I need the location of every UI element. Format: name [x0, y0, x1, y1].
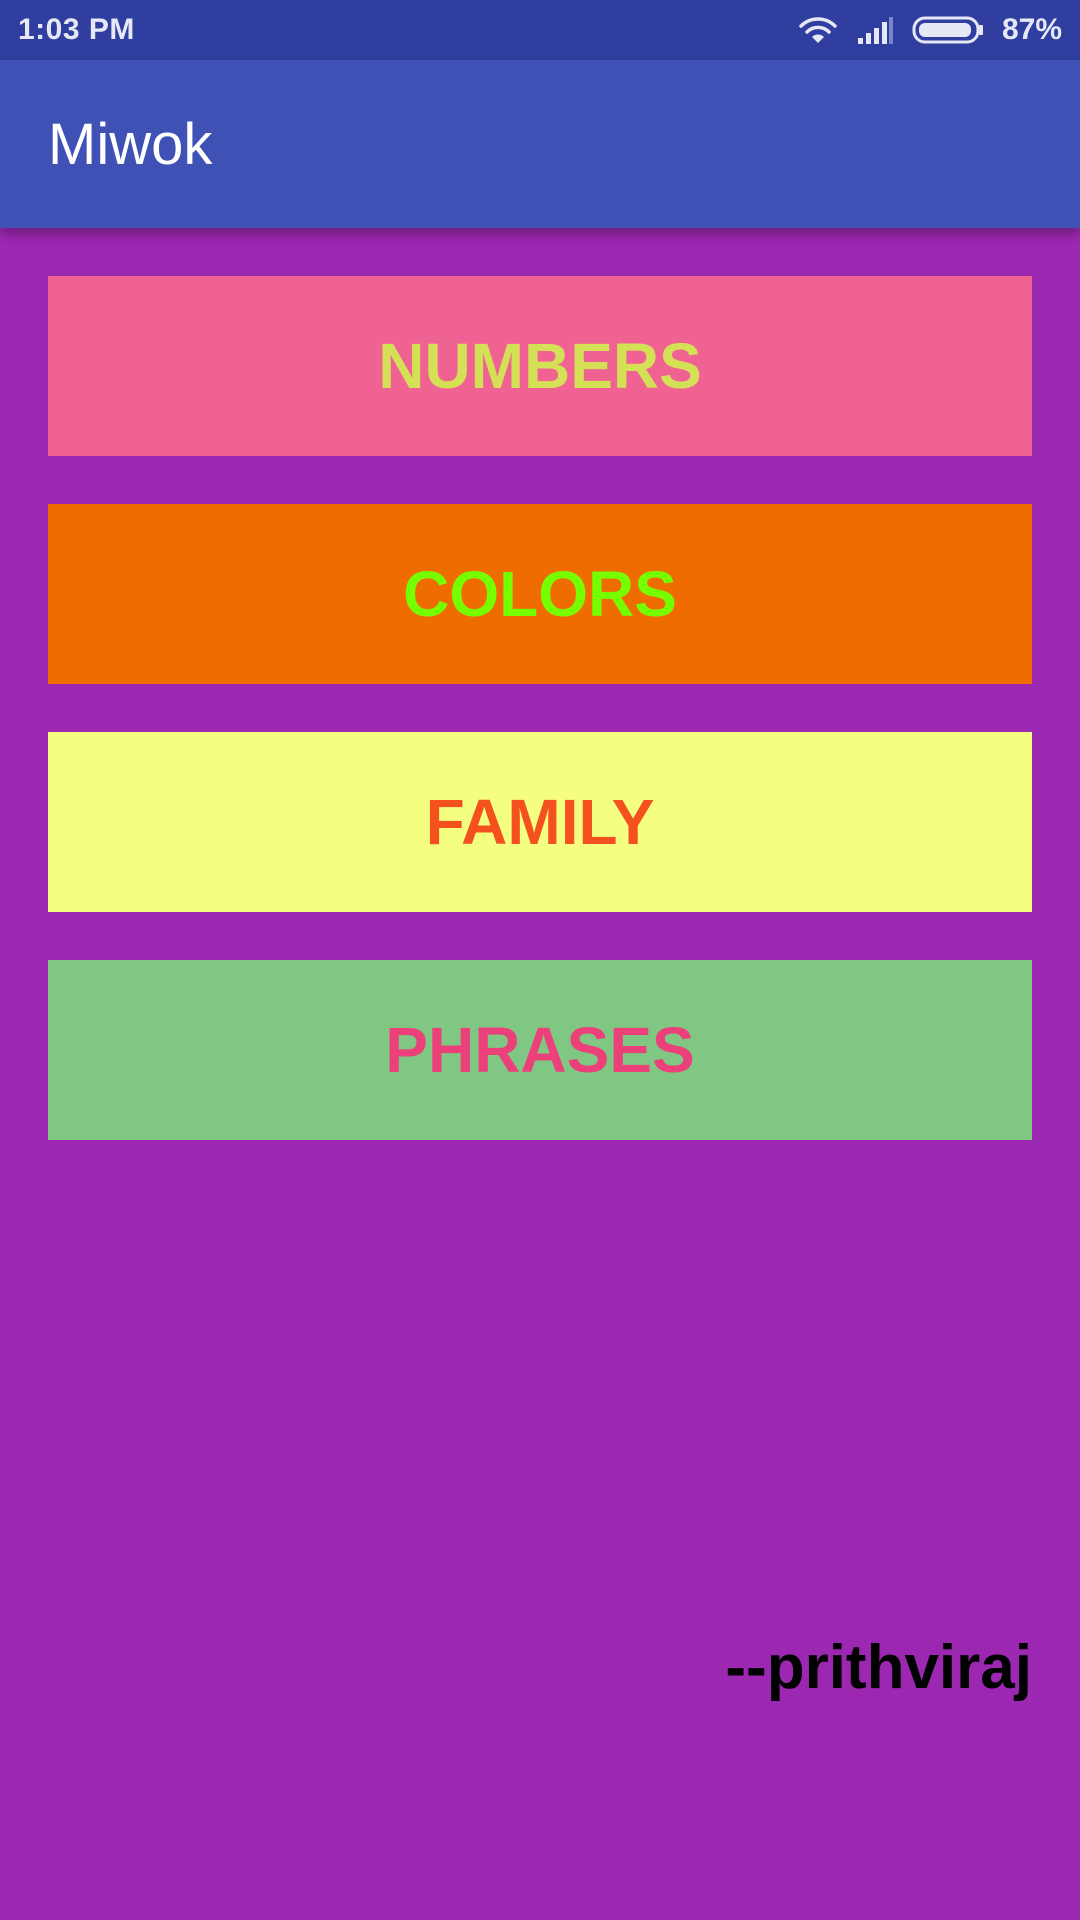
signal-icon — [856, 16, 894, 44]
category-colors[interactable]: COLORS — [48, 504, 1032, 684]
category-family-label: FAMILY — [425, 786, 655, 858]
status-icons: 87% — [798, 13, 1062, 47]
category-family[interactable]: FAMILY — [48, 732, 1032, 912]
app-bar: Miwok — [0, 60, 1080, 228]
app-screen: 1:03 PM 87% Miwok NUMBERS COLORS FAMILY … — [0, 0, 1080, 1920]
category-colors-label: COLORS — [403, 558, 677, 630]
category-numbers-label: NUMBERS — [378, 330, 702, 402]
status-bar: 1:03 PM 87% — [0, 0, 1080, 60]
category-phrases[interactable]: PHRASES — [48, 960, 1032, 1140]
battery-icon — [912, 15, 984, 45]
app-title: Miwok — [48, 111, 213, 177]
author-signature: --prithviraj — [725, 1633, 1032, 1702]
category-numbers[interactable]: NUMBERS — [48, 276, 1032, 456]
category-phrases-label: PHRASES — [385, 1014, 695, 1086]
battery-percent: 87% — [1001, 13, 1062, 46]
wifi-icon — [798, 15, 838, 45]
status-time: 1:03 PM — [18, 13, 135, 46]
